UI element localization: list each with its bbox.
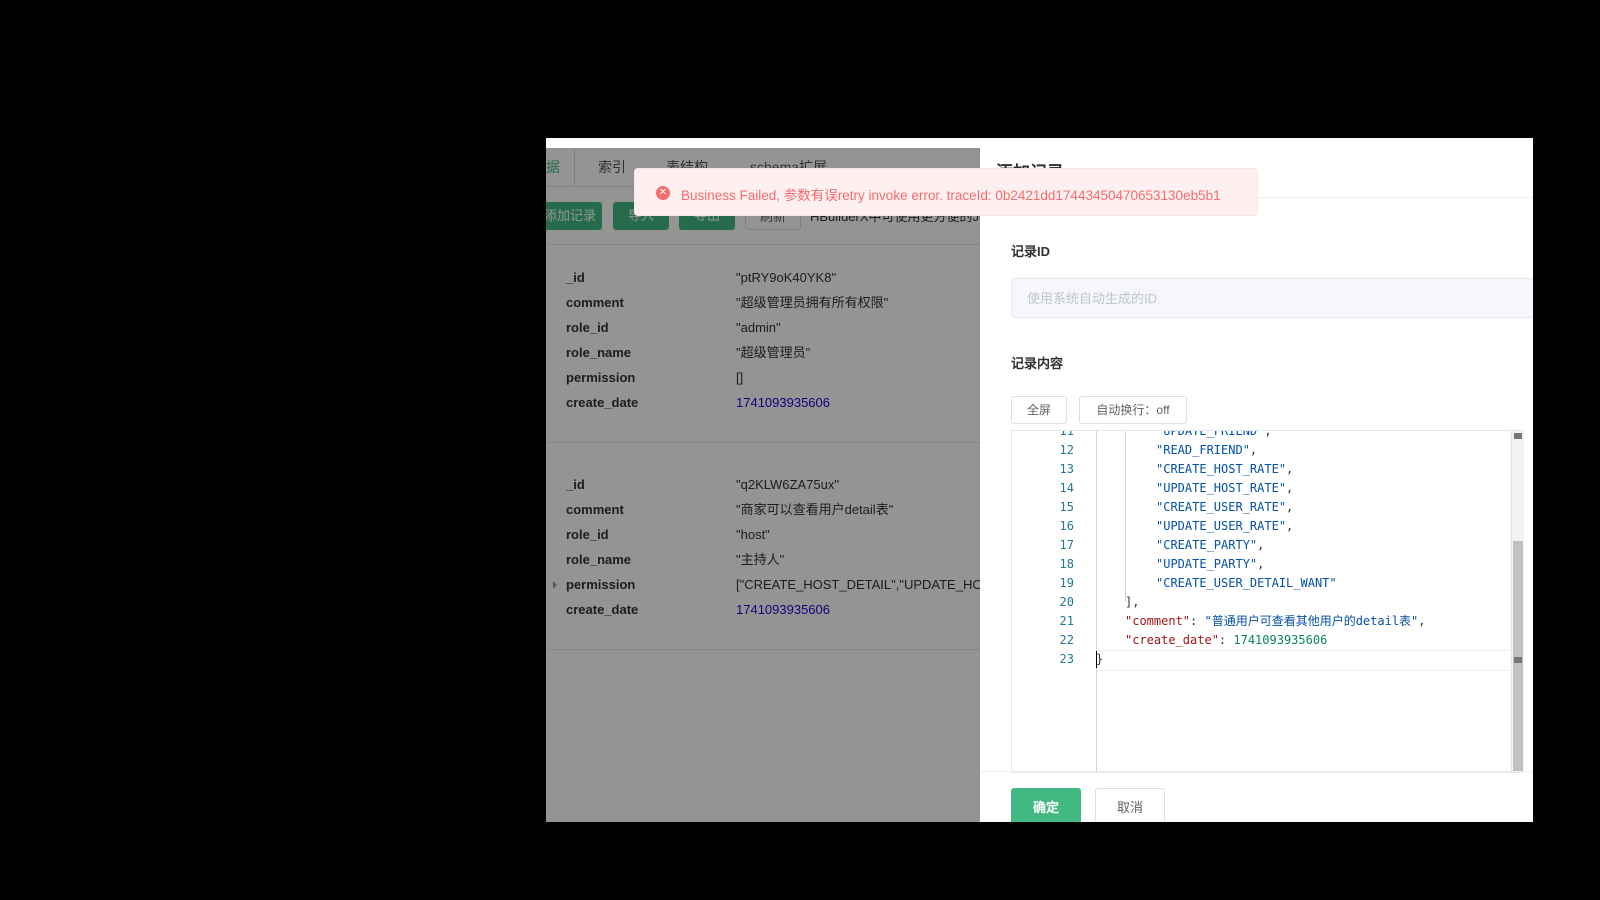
- line-number: 21: [1059, 614, 1074, 628]
- line-number: 23: [1059, 652, 1074, 666]
- punctuation: ,: [1264, 430, 1272, 438]
- json-value: 1741093935606: [1233, 633, 1328, 647]
- line-number: 19: [1059, 576, 1074, 590]
- json-key: "comment": [1125, 614, 1191, 628]
- add-record-drawer: 添加记录 记录ID 记录内容 全屏 自动换行：off 1112131415161…: [980, 138, 1533, 822]
- json-value: "CREATE_PARTY": [1156, 538, 1258, 552]
- code-line: "CREATE_USER_RATE",: [1156, 498, 1293, 517]
- json-value: "CREATE_USER_DETAIL_WANT": [1156, 576, 1337, 590]
- line-numbers: 11 12 13 14 15 16 17 18 19 20 21 22 23: [1012, 431, 1076, 772]
- line-number: 22: [1059, 633, 1074, 647]
- json-value: "CREATE_USER_RATE": [1156, 500, 1287, 514]
- punctuation: ,: [1249, 443, 1258, 457]
- punctuation: ,: [1418, 614, 1426, 628]
- punctuation: ,: [1257, 538, 1265, 552]
- punctuation: ],: [1125, 595, 1140, 609]
- colon: :: [1190, 614, 1205, 628]
- line-number: 15: [1059, 500, 1074, 514]
- line-number: 11: [1059, 430, 1074, 438]
- colon: :: [1218, 633, 1234, 647]
- line-number: 14: [1059, 481, 1074, 495]
- code-content[interactable]: "UPDATE_FRIEND", "READ_FRIEND", "CREATE_HO…: [1096, 431, 1512, 772]
- code-line: "CREATE_PARTY",: [1156, 536, 1264, 555]
- text-cursor: [1096, 651, 1097, 668]
- line-number: 16: [1059, 519, 1074, 533]
- json-value: "普通用户可查看其他用户的detail表": [1204, 614, 1419, 628]
- code-line: "UPDATE_HOST_RATE",: [1156, 479, 1293, 498]
- json-value: "UPDATE_HOST_RATE": [1156, 481, 1287, 495]
- divider: [980, 771, 1533, 772]
- word-wrap-toggle[interactable]: 自动换行：off: [1079, 396, 1187, 424]
- json-value: "READ_FRIEND": [1156, 443, 1250, 457]
- data-panel: 据 索引 表结构 schema扩展 添加记录 导入 导出 刷新 HBuilder…: [546, 138, 980, 822]
- json-value: "CREATE_HOST_RATE": [1156, 462, 1287, 476]
- code-line: "READ_FRIEND",: [1156, 441, 1257, 460]
- json-value: "UPDATE_PARTY": [1156, 557, 1258, 571]
- modal-mask[interactable]: [546, 138, 980, 822]
- editor-scrollbar[interactable]: [1511, 431, 1524, 772]
- punctuation: ,: [1286, 481, 1294, 495]
- line-number: 13: [1059, 462, 1074, 476]
- line-number: 17: [1059, 538, 1074, 552]
- line-number: 12: [1059, 443, 1074, 457]
- code-editor[interactable]: 11 12 13 14 15 16 17 18 19 20 21 22 23 "UPDATE_FRIEN…: [1011, 430, 1524, 773]
- scroll-marker: [1514, 657, 1522, 663]
- confirm-button[interactable]: 确定: [1011, 788, 1081, 822]
- code-line: "comment": "普通用户可查看其他用户的detail表",: [1125, 612, 1426, 631]
- punctuation: }: [1096, 652, 1104, 666]
- json-key: "create_date": [1125, 633, 1219, 647]
- indent-guide: [1125, 431, 1126, 602]
- code-line: "UPDATE_USER_RATE",: [1156, 517, 1293, 536]
- error-message: Business Failed, 参数有误retry invoke error.…: [681, 188, 1221, 203]
- punctuation: ,: [1286, 519, 1294, 533]
- code-line: "UPDATE_FRIEND",: [1156, 430, 1272, 441]
- record-id-input[interactable]: [1011, 278, 1533, 318]
- indent-guide: [1096, 431, 1097, 772]
- error-circle-icon: ✕: [656, 186, 670, 200]
- code-line: "CREATE_HOST_RATE",: [1156, 460, 1293, 479]
- punctuation: ,: [1257, 557, 1265, 571]
- code-line: }: [1096, 650, 1103, 669]
- code-line: ],: [1125, 593, 1139, 612]
- code-line: "UPDATE_PARTY",: [1156, 555, 1264, 574]
- punctuation: ,: [1286, 500, 1294, 514]
- json-value: "UPDATE_USER_RATE": [1156, 519, 1287, 533]
- line-number: 18: [1059, 557, 1074, 571]
- cancel-button[interactable]: 取消: [1095, 788, 1165, 822]
- line-number: 20: [1059, 595, 1074, 609]
- code-line: "CREATE_USER_DETAIL_WANT": [1156, 574, 1337, 593]
- record-id-label: 记录ID: [1011, 244, 1051, 259]
- fullscreen-button[interactable]: 全屏: [1011, 396, 1067, 424]
- json-value: "UPDATE_FRIEND": [1156, 430, 1265, 438]
- error-toast: ✕ Business Failed, 参数有误retry invoke erro…: [634, 168, 1258, 216]
- record-content-label: 记录内容: [1011, 356, 1064, 371]
- scroll-marker: [1514, 433, 1522, 439]
- punctuation: ,: [1286, 462, 1294, 476]
- code-line: "create_date": 1741093935606: [1125, 631, 1327, 650]
- app-window: 据 索引 表结构 schema扩展 添加记录 导入 导出 刷新 HBuilder…: [546, 138, 1533, 822]
